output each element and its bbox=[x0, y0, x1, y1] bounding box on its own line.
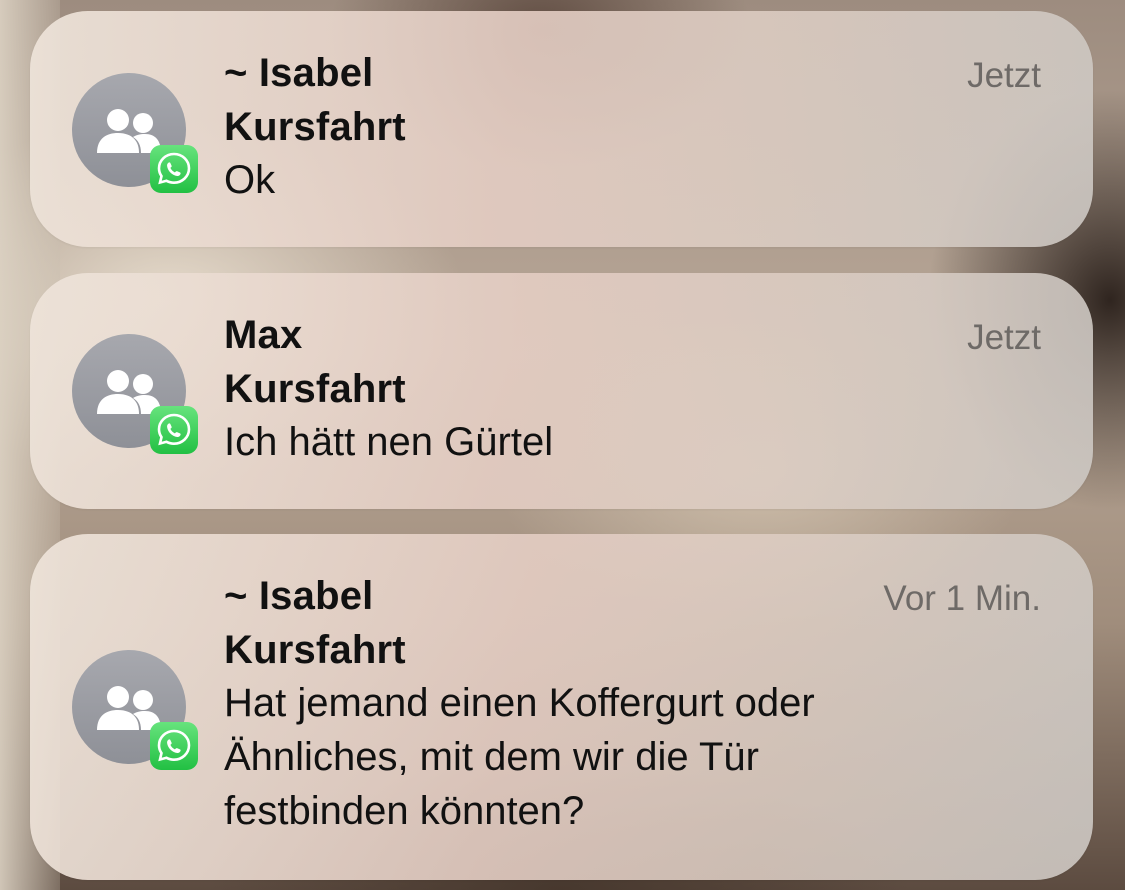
message-line: Ähnliches, mit dem wir die Tür bbox=[224, 735, 759, 779]
sender-name: ~ Isabel bbox=[224, 51, 374, 95]
message-line: festbinden könnten? bbox=[224, 789, 585, 833]
whatsapp-icon bbox=[150, 145, 198, 193]
message-text: Ich hätt nen Gürtel bbox=[224, 415, 553, 469]
message-text: Ok bbox=[224, 153, 275, 207]
timestamp: Vor 1 Min. bbox=[883, 579, 1041, 618]
message-line: Ok bbox=[224, 158, 276, 202]
message-line: Hat jemand einen Koffergurt oder bbox=[224, 681, 815, 725]
whatsapp-icon bbox=[150, 406, 198, 454]
sender-name: Max bbox=[224, 313, 303, 357]
whatsapp-icon bbox=[150, 722, 198, 770]
group-avatar-icon bbox=[72, 73, 198, 193]
notification-card[interactable]: ~ Isabel Kursfahrt Hat jemand einen Koff… bbox=[30, 534, 1093, 880]
notification-card[interactable]: Max Kursfahrt Ich hätt nen Gürtel Jetzt bbox=[30, 273, 1093, 509]
message-line: Ich hätt nen Gürtel bbox=[224, 420, 554, 464]
sender-name: ~ Isabel bbox=[224, 574, 374, 618]
group-avatar-icon bbox=[72, 650, 198, 770]
message-text: Hat jemand einen Koffergurt oder Ähnlich… bbox=[224, 676, 815, 838]
group-avatar-icon bbox=[72, 334, 198, 454]
timestamp: Jetzt bbox=[967, 318, 1041, 357]
group-name: Kursfahrt bbox=[224, 367, 406, 411]
notification-card[interactable]: ~ Isabel Kursfahrt Ok Jetzt bbox=[30, 11, 1093, 247]
timestamp: Jetzt bbox=[967, 56, 1041, 95]
group-name: Kursfahrt bbox=[224, 105, 406, 149]
group-name: Kursfahrt bbox=[224, 628, 406, 672]
